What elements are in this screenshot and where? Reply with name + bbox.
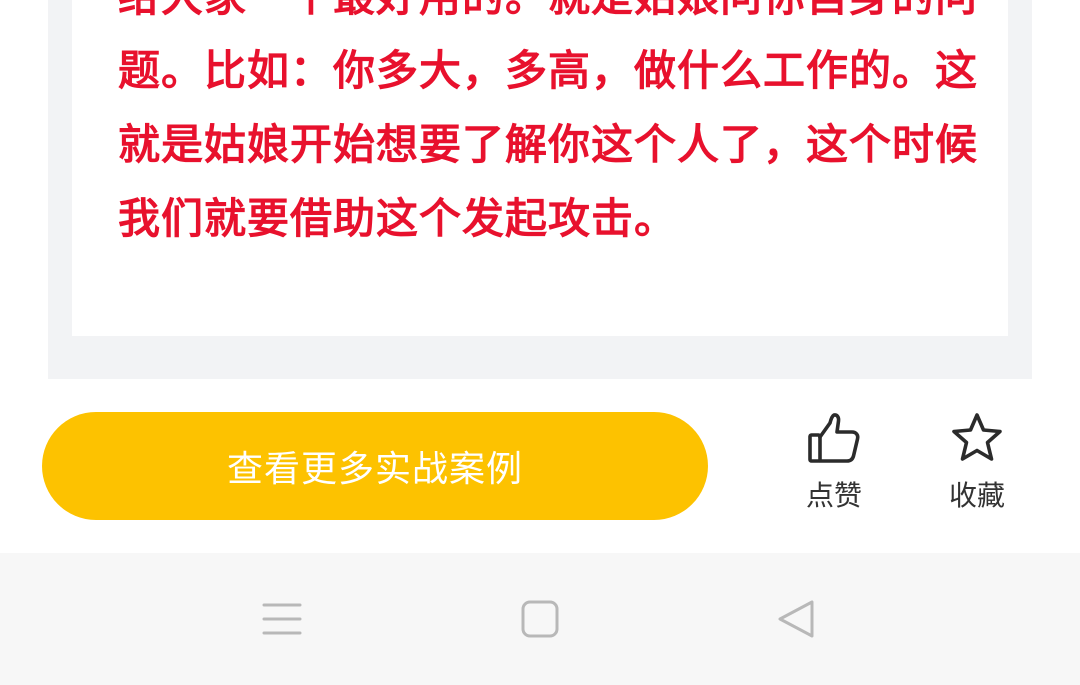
back-triangle-icon <box>778 600 814 638</box>
view-more-cases-label: 查看更多实战案例 <box>226 449 523 490</box>
favorite-button[interactable]: 收藏 <box>922 411 1032 521</box>
system-nav-bar <box>0 553 1080 685</box>
back-button[interactable] <box>774 597 818 641</box>
view-more-cases-button[interactable]: 查看更多实战案例 <box>42 412 708 520</box>
favorite-label: 收藏 <box>948 479 1005 512</box>
recent-apps-button[interactable] <box>260 597 304 641</box>
menu-icon <box>262 603 302 635</box>
article-text: 给大家一个最好用的。就是姑娘问你自身的问题。比如：你多大，多高，做什么工作的。这… <box>118 0 979 243</box>
home-square-icon <box>521 600 559 638</box>
screen: 给大家一个最好用的。就是姑娘问你自身的问题。比如：你多大，多高，做什么工作的。这… <box>0 0 1080 685</box>
star-icon <box>952 413 1002 461</box>
action-bar: 查看更多实战案例 点赞 收藏 <box>0 379 1080 553</box>
article-frame: 给大家一个最好用的。就是姑娘问你自身的问题。比如：你多大，多高，做什么工作的。这… <box>48 0 1032 379</box>
like-button[interactable]: 点赞 <box>779 411 889 521</box>
home-button[interactable] <box>518 597 562 641</box>
thumbs-up-icon <box>808 413 860 463</box>
like-label: 点赞 <box>805 479 862 512</box>
article-card: 给大家一个最好用的。就是姑娘问你自身的问题。比如：你多大，多高，做什么工作的。这… <box>72 0 1008 336</box>
